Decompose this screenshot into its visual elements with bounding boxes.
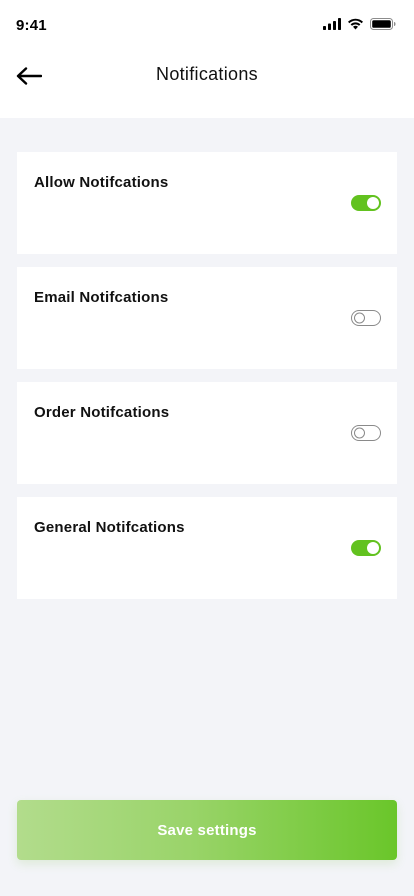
toggle-switch[interactable] (351, 310, 381, 326)
toggle-knob (353, 427, 365, 439)
setting-label: Allow Notifcations (34, 174, 169, 191)
page-title: Notifications (156, 64, 258, 84)
toggle-switch[interactable] (351, 425, 381, 441)
toggle-knob (353, 312, 365, 324)
setting-label: Order Notifcations (34, 404, 170, 421)
setting-card-general: General Notifcations (17, 497, 397, 599)
setting-card-email: Email Notifcations (17, 267, 397, 369)
setting-card-order: Order Notifcations (17, 382, 397, 484)
setting-card-allow: Allow Notifcations (17, 152, 397, 254)
toggle-knob (367, 542, 379, 554)
status-icons (323, 18, 396, 30)
toggle-switch[interactable] (351, 195, 381, 211)
signal-icon (323, 18, 341, 30)
wifi-icon (348, 18, 363, 30)
save-settings-button[interactable]: Save settings (17, 800, 397, 860)
settings-list: Allow Notifcations Email Notifcations Or… (17, 152, 397, 612)
top-bar: 9:41 Notifications (0, 0, 414, 118)
setting-label: General Notifcations (34, 519, 185, 536)
setting-label: Email Notifcations (34, 289, 169, 306)
battery-icon (370, 18, 396, 30)
toggle-knob (367, 197, 379, 209)
status-time: 9:41 (16, 17, 47, 34)
toggle-switch[interactable] (351, 540, 381, 556)
